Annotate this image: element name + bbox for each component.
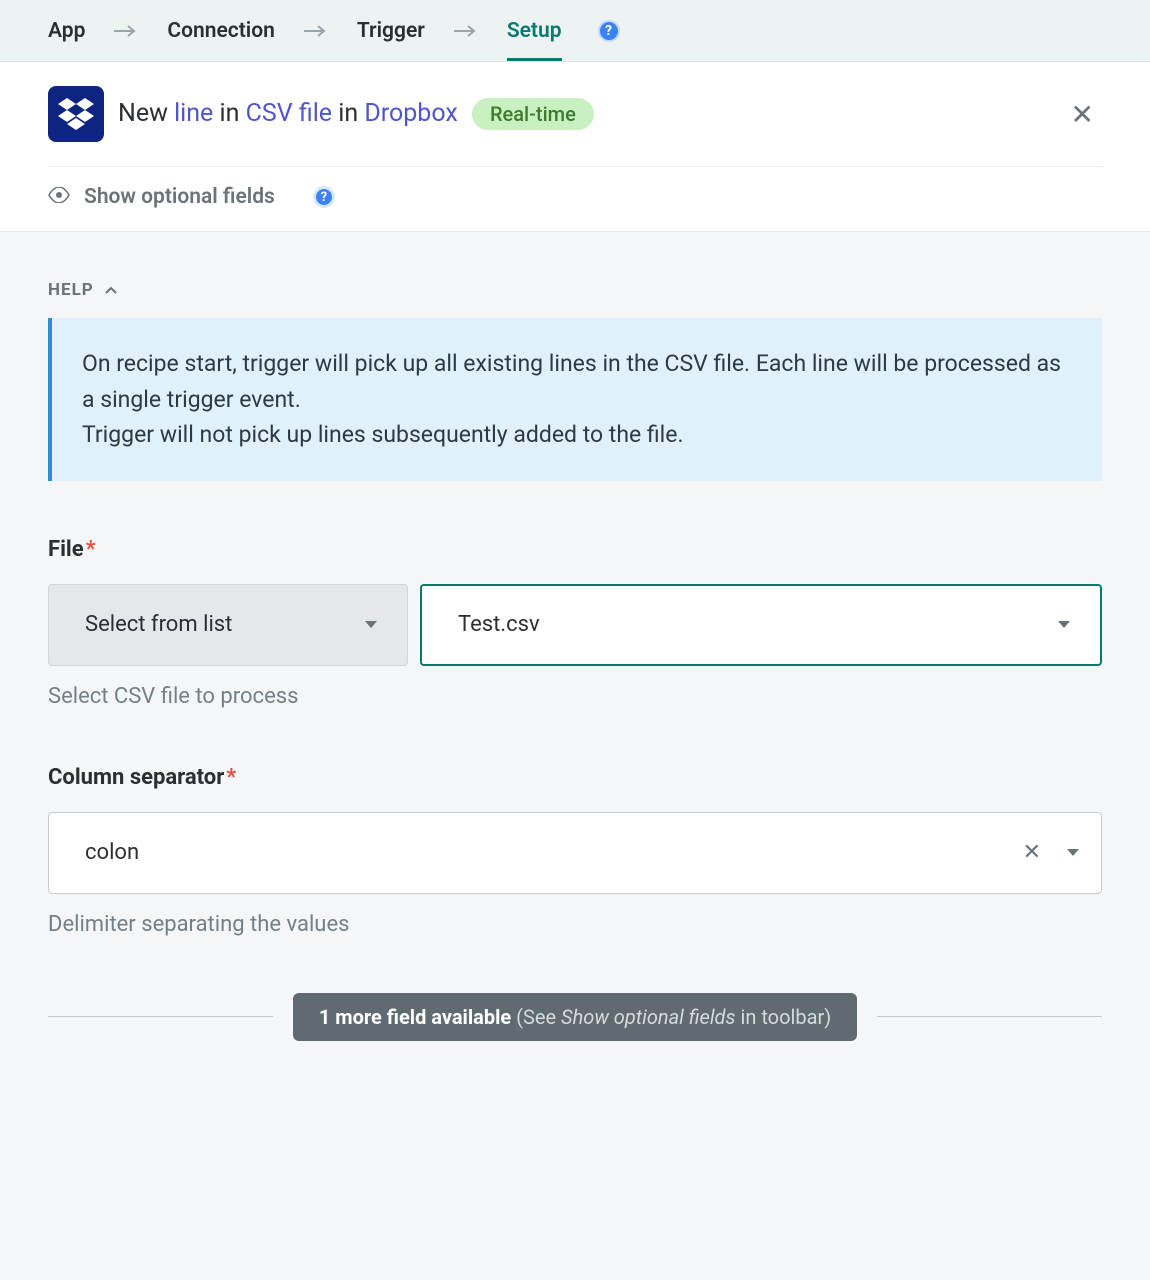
arrow-right-icon — [453, 24, 479, 38]
more-fields-button[interactable]: 1 more field available (See Show optiona… — [293, 993, 857, 1041]
help-section-toggle[interactable]: HELP — [48, 280, 1102, 300]
tab-trigger[interactable]: Trigger — [357, 1, 425, 61]
show-optional-fields-button[interactable]: Show optional fields — [84, 185, 275, 209]
column-separator-select[interactable]: colon ✕ — [48, 812, 1102, 894]
help-icon[interactable]: ? — [598, 20, 620, 42]
file-value-select[interactable]: Test.csv — [420, 584, 1102, 666]
close-icon[interactable]: ✕ — [1063, 94, 1102, 135]
column-separator-field: Column separator* colon ✕ Delimiter sepa… — [48, 765, 1102, 937]
divider — [877, 1016, 1102, 1017]
chevron-down-icon — [1056, 617, 1072, 633]
trigger-title: New line in CSV file in Dropbox Real-tim… — [118, 98, 1049, 130]
divider — [48, 1016, 273, 1017]
help-box: On recipe start, trigger will pick up al… — [48, 318, 1102, 481]
arrow-right-icon — [113, 24, 139, 38]
required-indicator: * — [86, 537, 96, 562]
tab-setup[interactable]: Setup — [507, 1, 562, 61]
chevron-down-icon — [363, 617, 379, 633]
eye-icon — [48, 187, 70, 208]
required-indicator: * — [226, 765, 236, 790]
help-icon[interactable]: ? — [313, 186, 335, 208]
trigger-header: New line in CSV file in Dropbox Real-tim… — [0, 62, 1150, 232]
dropbox-icon — [48, 86, 104, 142]
file-field: File* Select from list Test.csv Select C… — [48, 537, 1102, 709]
tab-connection[interactable]: Connection — [167, 1, 274, 61]
chevron-down-icon — [1065, 845, 1081, 861]
file-input-mode-select[interactable]: Select from list — [48, 584, 408, 666]
chevron-up-icon — [104, 280, 118, 300]
file-hint: Select CSV file to process — [48, 684, 1102, 709]
tab-app[interactable]: App — [48, 1, 85, 61]
file-label: File — [48, 537, 84, 562]
help-section-label: HELP — [48, 280, 94, 300]
arrow-right-icon — [303, 24, 329, 38]
column-separator-hint: Delimiter separating the values — [48, 912, 1102, 937]
realtime-badge: Real-time — [472, 98, 594, 130]
column-separator-label: Column separator — [48, 765, 224, 790]
clear-icon[interactable]: ✕ — [1019, 836, 1045, 869]
step-tabs: App Connection Trigger Setup ? — [0, 0, 1150, 62]
